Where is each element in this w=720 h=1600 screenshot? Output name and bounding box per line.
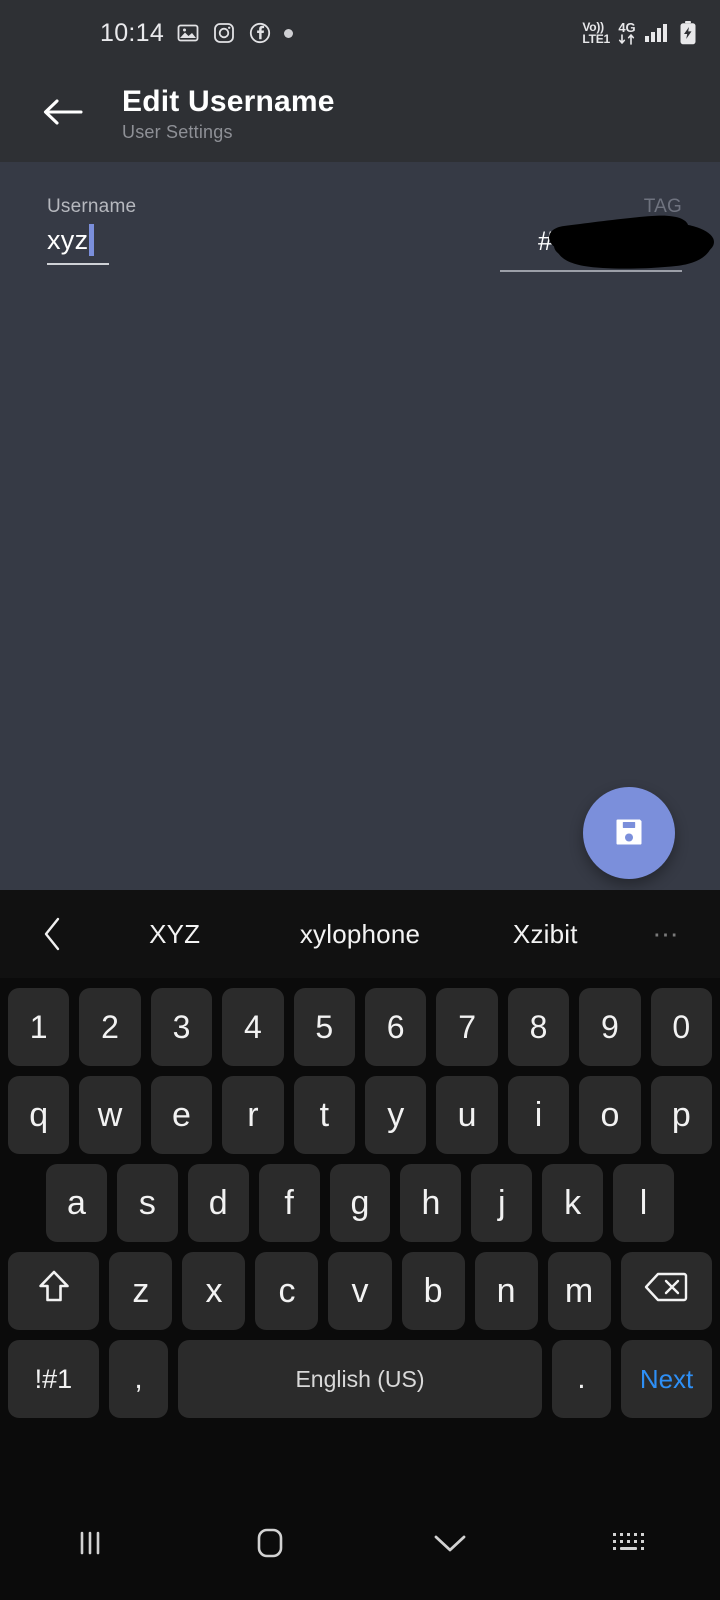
key-8[interactable]: 8 <box>507 988 570 1066</box>
key-1[interactable]: 1 <box>7 988 70 1066</box>
key-c[interactable]: c <box>255 1252 319 1330</box>
suggestion-prev-button[interactable] <box>24 917 82 951</box>
next-action-key[interactable]: Next <box>621 1340 712 1418</box>
key-a[interactable]: a <box>46 1164 107 1242</box>
tag-field-group: TAG # <box>500 196 714 272</box>
key-0[interactable]: 0 <box>650 988 713 1066</box>
shift-key[interactable] <box>8 1252 100 1330</box>
period-key[interactable]: . <box>551 1340 612 1418</box>
system-navigation-bar <box>0 1490 720 1600</box>
space-key[interactable]: English (US) <box>178 1340 542 1418</box>
key-k[interactable]: k <box>542 1164 604 1242</box>
home-icon <box>253 1525 287 1566</box>
key-7[interactable]: 7 <box>436 988 498 1066</box>
backspace-icon <box>644 1271 688 1312</box>
tag-label: TAG <box>643 196 682 217</box>
keyboard-row-top: q w e r t y u i o p <box>0 1076 720 1154</box>
key-g[interactable]: g <box>329 1164 391 1242</box>
key-i[interactable]: i <box>507 1076 570 1154</box>
key-x[interactable]: x <box>182 1252 246 1330</box>
key-f[interactable]: f <box>258 1164 320 1242</box>
key-y[interactable]: y <box>365 1076 427 1154</box>
tag-input[interactable]: # <box>500 215 714 270</box>
key-e[interactable]: e <box>150 1076 213 1154</box>
key-5[interactable]: 5 <box>293 988 355 1066</box>
key-u[interactable]: u <box>436 1076 498 1154</box>
text-cursor <box>89 224 95 256</box>
key-4[interactable]: 4 <box>222 988 284 1066</box>
battery-charging-icon <box>678 20 698 46</box>
shift-icon <box>36 1268 72 1315</box>
home-button[interactable] <box>180 1525 360 1566</box>
on-screen-keyboard: XYZ xylophone Xzibit ⋯ 1 2 3 4 5 6 7 8 9… <box>0 890 720 1490</box>
key-t[interactable]: t <box>293 1076 355 1154</box>
app-bar-titles: Edit Username User Settings <box>122 85 335 143</box>
facebook-icon <box>248 21 272 45</box>
key-s[interactable]: s <box>116 1164 178 1242</box>
key-z[interactable]: z <box>109 1252 173 1330</box>
chevron-down-icon <box>431 1530 469 1561</box>
key-h[interactable]: h <box>400 1164 462 1242</box>
key-v[interactable]: v <box>328 1252 392 1330</box>
key-l[interactable]: l <box>613 1164 675 1242</box>
key-r[interactable]: r <box>222 1076 284 1154</box>
keyboard-switch-button[interactable] <box>540 1529 720 1562</box>
phone-screen: 10:14 Vo)) LTE1 4G Edit Username User Se… <box>0 0 720 1600</box>
save-fab-button[interactable] <box>583 787 675 879</box>
gallery-icon <box>176 21 200 45</box>
save-icon <box>609 812 649 855</box>
signal-bars-icon <box>644 21 670 45</box>
key-2[interactable]: 2 <box>79 988 141 1066</box>
page-subtitle: User Settings <box>122 121 233 142</box>
username-value: xyz <box>47 225 89 255</box>
key-q[interactable]: q <box>7 1076 70 1154</box>
status-bar-right: Vo)) LTE1 4G <box>582 20 698 46</box>
suggestion-item[interactable]: Xzibit <box>453 919 638 950</box>
comma-key[interactable]: , <box>108 1340 169 1418</box>
keyboard-row-function: !#1 , English (US) . Next <box>0 1340 720 1418</box>
keyboard-row-numbers: 1 2 3 4 5 6 7 8 9 0 <box>0 988 720 1066</box>
network-type-indicator: 4G <box>618 21 636 46</box>
volte-indicator: Vo)) LTE1 <box>582 20 610 46</box>
key-w[interactable]: w <box>79 1076 141 1154</box>
key-o[interactable]: o <box>579 1076 641 1154</box>
key-d[interactable]: d <box>187 1164 249 1242</box>
keyboard-row-bottom: z x c v b n m <box>0 1252 720 1330</box>
app-bar: Edit Username User Settings <box>0 66 720 162</box>
keyboard-switch-icon <box>611 1529 649 1562</box>
suggestion-bar: XYZ xylophone Xzibit ⋯ <box>0 890 720 978</box>
suggestion-item[interactable]: XYZ <box>82 919 267 950</box>
recents-button[interactable] <box>0 1526 180 1565</box>
recents-icon <box>73 1526 107 1565</box>
username-underline <box>47 263 109 265</box>
status-bar: 10:14 Vo)) LTE1 4G <box>0 0 720 66</box>
username-label: Username <box>47 196 137 217</box>
overflow-dots-icon[interactable]: ⋯ <box>638 919 696 950</box>
username-field-group: Username xyz <box>47 196 137 265</box>
symbols-key[interactable]: !#1 <box>8 1340 99 1418</box>
hide-keyboard-button[interactable] <box>360 1530 540 1561</box>
backspace-key[interactable] <box>620 1252 712 1330</box>
back-button[interactable] <box>32 83 94 145</box>
tag-prefix: # <box>538 226 554 256</box>
suggestion-item[interactable]: xylophone <box>267 919 452 950</box>
page-title: Edit Username <box>122 85 335 119</box>
back-arrow-icon <box>41 95 85 134</box>
key-j[interactable]: j <box>471 1164 533 1242</box>
key-3[interactable]: 3 <box>150 988 213 1066</box>
tag-underline <box>500 270 682 272</box>
status-clock: 10:14 <box>100 18 165 47</box>
username-input[interactable]: xyz <box>47 224 109 256</box>
key-b[interactable]: b <box>401 1252 465 1330</box>
status-bar-left: 10:14 <box>100 19 582 48</box>
key-6[interactable]: 6 <box>365 988 427 1066</box>
key-p[interactable]: p <box>650 1076 713 1154</box>
instagram-icon <box>212 21 236 45</box>
key-n[interactable]: n <box>474 1252 538 1330</box>
dot-icon <box>284 28 294 38</box>
key-9[interactable]: 9 <box>579 988 641 1066</box>
keyboard-row-home: a s d f g h j k l <box>0 1164 720 1242</box>
key-m[interactable]: m <box>547 1252 611 1330</box>
content-area: Username xyz TAG # <box>0 162 720 890</box>
